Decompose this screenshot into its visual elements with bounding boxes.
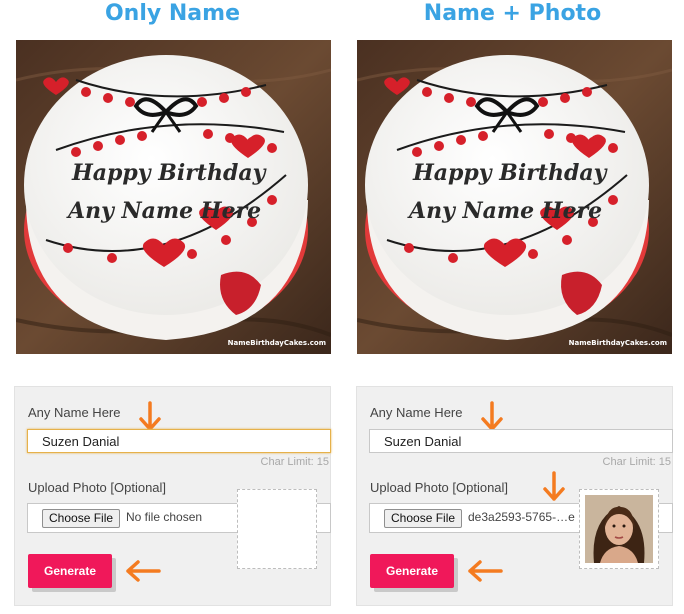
generate-button[interactable]: Generate bbox=[370, 554, 454, 588]
name-field-label: Any Name Here bbox=[370, 405, 463, 420]
uploaded-photo-thumbnail bbox=[585, 495, 653, 563]
char-limit-text: Char Limit: 15 bbox=[602, 456, 671, 468]
name-input[interactable] bbox=[369, 429, 673, 453]
choose-file-button[interactable]: Choose File bbox=[384, 509, 463, 528]
photo-preview bbox=[579, 489, 659, 569]
arrow-down-icon bbox=[543, 471, 565, 501]
cake-text-line1: Happy Birthday bbox=[71, 160, 268, 186]
cake-text-line2: Any Name Here bbox=[66, 198, 261, 224]
arrow-left-icon bbox=[468, 560, 503, 582]
watermark-text: NameBirthdayCakes.com bbox=[228, 339, 326, 347]
upload-photo-label: Upload Photo [Optional] bbox=[370, 480, 509, 495]
choose-file-button[interactable]: Choose File bbox=[42, 509, 121, 528]
generator-form-only-name: Any Name Here Char Limit: 15 Upload Phot… bbox=[14, 386, 331, 606]
cake-preview-image: Happy Birthday Any Name Here NameBirthda… bbox=[357, 40, 672, 354]
file-status-text: No file chosen bbox=[126, 510, 203, 524]
char-limit-text: Char Limit: 15 bbox=[260, 456, 329, 468]
generator-form-name-photo: Any Name Here Char Limit: 15 Upload Phot… bbox=[356, 386, 673, 606]
generate-button[interactable]: Generate bbox=[28, 554, 112, 588]
cake-preview-image: Happy Birthday Any Name Here NameBirthda… bbox=[16, 40, 331, 354]
upload-photo-label: Upload Photo [Optional] bbox=[28, 480, 167, 495]
photo-preview-empty bbox=[237, 489, 317, 569]
cake-text-line2: Any Name Here bbox=[407, 198, 602, 224]
watermark-text: NameBirthdayCakes.com bbox=[569, 339, 667, 347]
name-field-label: Any Name Here bbox=[28, 405, 121, 420]
name-input[interactable] bbox=[27, 429, 331, 453]
arrow-left-icon bbox=[126, 560, 161, 582]
cake-text-line1: Happy Birthday bbox=[412, 160, 609, 186]
column-title-name-photo: Name + Photo bbox=[423, 1, 602, 26]
column-title-only-name: Only Name bbox=[104, 1, 240, 26]
file-status-text: de3a2593-5765-…e bbox=[468, 510, 575, 524]
